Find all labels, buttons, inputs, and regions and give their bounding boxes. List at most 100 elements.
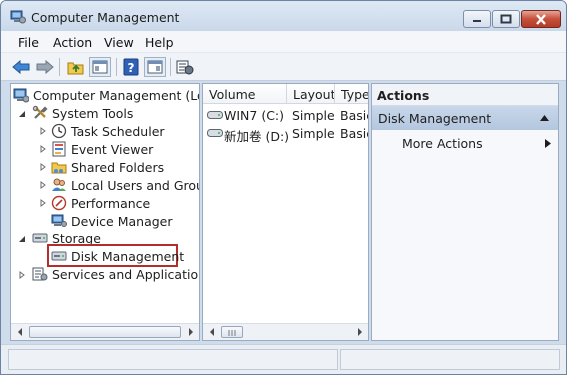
status-bar bbox=[1, 344, 566, 374]
menu-view[interactable]: View bbox=[104, 35, 134, 50]
volume-layout: Simple bbox=[292, 126, 335, 141]
computer-management-window: Computer Management File Action View Hel… bbox=[0, 0, 567, 375]
properties-button[interactable] bbox=[175, 57, 195, 77]
column-header-type[interactable]: Type bbox=[335, 84, 368, 104]
volume-name: 新加卷 (D:) bbox=[224, 129, 290, 144]
scroll-left-button[interactable] bbox=[203, 324, 220, 340]
close-button[interactable] bbox=[521, 10, 561, 28]
action-pane-icon bbox=[147, 60, 163, 74]
tree-label-device-manager: Device Manager bbox=[71, 213, 173, 229]
actions-section-disk-management[interactable]: Disk Management bbox=[372, 106, 558, 130]
window-title: Computer Management bbox=[31, 10, 180, 25]
volume-type: Basic bbox=[340, 126, 368, 141]
back-button[interactable] bbox=[11, 57, 31, 77]
tree-label-local-users-groups: Local Users and Groups bbox=[71, 177, 199, 193]
tree-item-system-tools[interactable]: System Tools bbox=[32, 104, 133, 122]
minimize-icon bbox=[473, 20, 481, 22]
volume-type: Basic bbox=[340, 108, 368, 123]
volume-list-horizontal-scrollbar[interactable] bbox=[203, 323, 368, 340]
column-header-layout[interactable]: Layout bbox=[287, 84, 335, 104]
scroll-left-icon bbox=[17, 328, 22, 336]
scroll-right-button[interactable] bbox=[351, 324, 368, 340]
actions-section-label: Disk Management bbox=[378, 111, 492, 126]
tree-item-performance[interactable]: Performance bbox=[51, 194, 150, 212]
users-icon bbox=[52, 178, 66, 191]
tree-label-disk-management: Disk Management bbox=[71, 248, 185, 264]
show-hide-action-pane-button[interactable] bbox=[144, 57, 166, 77]
tree-item-disk-management[interactable]: Disk Management bbox=[51, 247, 184, 265]
maximize-icon bbox=[500, 14, 512, 24]
performance-icon bbox=[51, 195, 67, 211]
tree-item-task-scheduler[interactable]: Task Scheduler bbox=[51, 122, 165, 140]
help-icon: ? bbox=[123, 58, 139, 76]
expand-arrow-icon[interactable] bbox=[39, 199, 47, 207]
tree-item-event-viewer[interactable]: Event Viewer bbox=[51, 140, 153, 158]
tree-label-task-scheduler: Task Scheduler bbox=[71, 123, 165, 139]
services-icon bbox=[32, 267, 48, 281]
status-panel-left bbox=[8, 349, 338, 370]
computer-management-icon bbox=[13, 88, 29, 103]
column-header-volume[interactable]: Volume bbox=[203, 84, 287, 104]
tree-label-system-tools: System Tools bbox=[52, 105, 134, 121]
scroll-thumb[interactable] bbox=[29, 326, 181, 338]
forward-arrow-icon bbox=[36, 60, 54, 74]
device-manager-icon bbox=[51, 214, 67, 227]
drive-icon bbox=[207, 129, 223, 137]
maximize-button[interactable] bbox=[492, 10, 520, 28]
more-actions-item[interactable]: More Actions bbox=[402, 136, 483, 151]
close-icon bbox=[536, 13, 546, 25]
volume-list-pane: Volume Layout Type WIN7 (C:) Simple Basi… bbox=[202, 83, 369, 341]
menu-file[interactable]: File bbox=[18, 35, 39, 50]
up-one-level-button[interactable] bbox=[66, 57, 86, 77]
menu-help[interactable]: Help bbox=[145, 35, 174, 50]
title-bar: Computer Management bbox=[1, 1, 566, 31]
tree-label-services-applications: Services and Applications bbox=[52, 266, 200, 282]
collapse-up-icon[interactable] bbox=[540, 115, 549, 121]
scroll-left-icon bbox=[209, 328, 214, 336]
tree-item-services-applications[interactable]: Services and Applications bbox=[32, 265, 200, 283]
tree-label-performance: Performance bbox=[71, 195, 151, 211]
console-tree-icon bbox=[92, 60, 108, 74]
tree-item-device-manager[interactable]: Device Manager bbox=[51, 212, 173, 230]
more-actions-label: More Actions bbox=[402, 136, 483, 151]
scroll-thumb[interactable] bbox=[221, 326, 243, 338]
tree-label-shared-folders: Shared Folders bbox=[71, 159, 165, 175]
show-hide-console-tree-button[interactable] bbox=[89, 57, 111, 77]
computer-management-app-icon bbox=[10, 10, 26, 24]
tree-item-shared-folders[interactable]: Shared Folders bbox=[51, 158, 164, 176]
expand-arrow-icon[interactable] bbox=[39, 181, 47, 189]
actions-pane: Actions Disk Management More Actions bbox=[371, 83, 559, 341]
toolbar: ? bbox=[1, 53, 566, 81]
menu-action[interactable]: Action bbox=[53, 35, 92, 50]
submenu-arrow-icon[interactable] bbox=[545, 139, 551, 148]
drive-icon bbox=[207, 111, 223, 119]
tree-label-computer-management: Computer Management (Local bbox=[33, 87, 199, 103]
collapse-arrow-icon[interactable] bbox=[18, 235, 26, 243]
tree-item-computer-management[interactable]: Computer Management (Local bbox=[13, 86, 199, 104]
collapse-arrow-icon[interactable] bbox=[18, 110, 26, 118]
properties-icon bbox=[176, 60, 194, 75]
forward-button[interactable] bbox=[35, 57, 55, 77]
back-arrow-icon bbox=[12, 60, 30, 74]
event-viewer-icon bbox=[52, 141, 66, 157]
expand-arrow-icon[interactable] bbox=[39, 127, 47, 135]
expand-arrow-icon[interactable] bbox=[39, 163, 47, 171]
tree-label-event-viewer: Event Viewer bbox=[71, 141, 154, 157]
scroll-left-button[interactable] bbox=[11, 324, 28, 340]
scroll-right-button[interactable] bbox=[182, 324, 199, 340]
clock-icon bbox=[51, 123, 67, 139]
help-button[interactable]: ? bbox=[121, 57, 141, 77]
shared-folder-icon bbox=[51, 162, 67, 174]
tools-icon bbox=[32, 105, 48, 119]
actions-header: Actions bbox=[372, 84, 558, 106]
minimize-button[interactable] bbox=[463, 10, 491, 28]
expand-arrow-icon[interactable] bbox=[39, 145, 47, 153]
storage-icon bbox=[32, 233, 48, 243]
tree-item-local-users-groups[interactable]: Local Users and Groups bbox=[51, 176, 199, 194]
expand-arrow-icon[interactable] bbox=[18, 271, 26, 279]
console-tree-pane: Computer Management (Local System Tools … bbox=[10, 83, 200, 341]
status-panel-right bbox=[340, 349, 560, 370]
tree-horizontal-scrollbar[interactable] bbox=[11, 323, 199, 340]
menu-bar: File Action View Help bbox=[1, 31, 566, 53]
volume-layout: Simple bbox=[292, 108, 335, 123]
